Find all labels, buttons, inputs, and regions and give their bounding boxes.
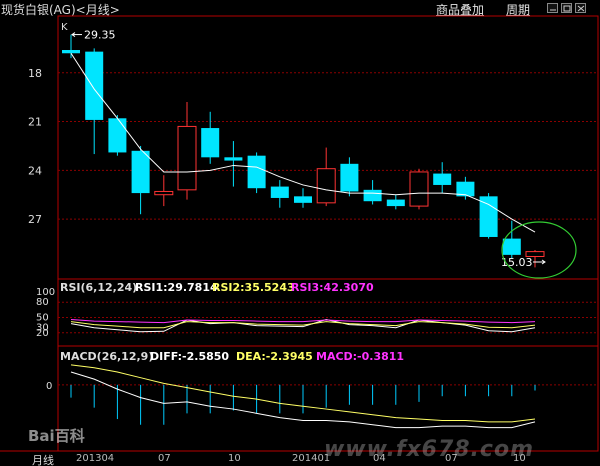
macd-value: MACD:-0.3811: [316, 350, 405, 363]
rsi-y-tick: 20: [36, 328, 49, 339]
k-y-tick: 21: [28, 116, 42, 129]
rsi1-value: RSI1:29.7814: [135, 281, 218, 294]
x-tick-10: 10: [228, 453, 241, 464]
k-y-tick: 24: [28, 164, 42, 177]
kline-chart-window: 现货白银(AG)<月线> 商品叠加 周期 27 24 21 18 29.35 15.03…: [0, 0, 600, 466]
chart-canvas: 27242118 29.3515.03 10080503020 0: [0, 15, 599, 452]
candle-body-down: [386, 199, 405, 207]
k-y-tick: 18: [28, 67, 42, 80]
rsi-title: RSI(6,12,24): [60, 281, 138, 294]
candle-body-down: [201, 128, 220, 158]
dea-value: DEA:-2.3945: [236, 350, 313, 363]
candle-body-down: [131, 150, 150, 194]
x-axis-name: 月线: [32, 454, 54, 466]
candle-body-down: [270, 186, 289, 198]
x-tick-201304: 201304: [76, 453, 115, 464]
candle-body-up: [177, 125, 197, 191]
candle-body-down: [340, 163, 359, 192]
candle-body-down: [85, 51, 104, 120]
candle-body-down: [433, 173, 452, 185]
rsi3-value: RSI3:42.3070: [291, 281, 374, 294]
candle-body-down: [294, 196, 312, 203]
candle-body-down: [108, 118, 127, 153]
macd-zero-tick: 0: [46, 381, 52, 392]
rsi-y-tick: 80: [36, 297, 49, 308]
candle-body-up: [154, 190, 174, 196]
x-tick-07: 07: [158, 453, 171, 464]
candle-body-down: [224, 157, 243, 161]
k-y-tick: 27: [28, 213, 42, 226]
baidu-watermark: Bai百科: [28, 427, 85, 445]
kline-label: K: [61, 22, 68, 33]
chart-frame: [57, 15, 599, 452]
candle-body-down: [247, 155, 266, 189]
macd-title: MACD(26,12,9): [60, 350, 154, 363]
candle-body-down: [62, 50, 80, 54]
fx678-watermark: www.fx678.com: [323, 437, 534, 462]
diff-value: DIFF:-2.5850: [150, 350, 230, 363]
rsi2-value: RSI2:35.5243: [212, 281, 295, 294]
candle-body-up: [316, 168, 336, 204]
candle-body-down: [502, 238, 521, 255]
candle-body-down: [479, 196, 498, 237]
high-price-label: 29.35: [84, 29, 116, 42]
candle-body-down: [363, 189, 382, 202]
candle-body-up: [409, 171, 429, 207]
rsi-line-3: [70, 319, 536, 324]
